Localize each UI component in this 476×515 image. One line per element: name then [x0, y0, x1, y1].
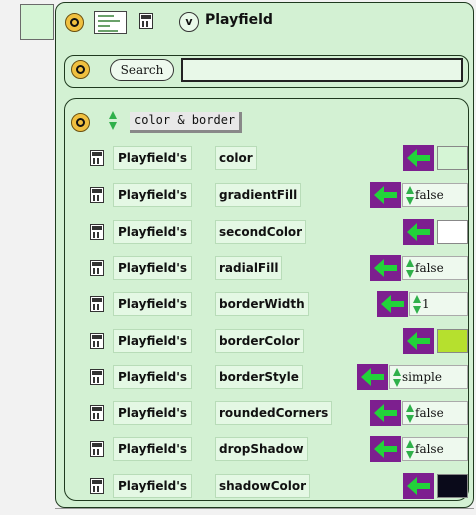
tile-icon[interactable] — [90, 405, 104, 421]
tile-icon[interactable] — [90, 369, 104, 385]
color-value-swatch[interactable] — [437, 329, 468, 353]
value-text: false — [415, 261, 444, 275]
search-input[interactable] — [181, 58, 463, 82]
property-owner-label[interactable]: Playfield's — [113, 292, 193, 316]
value-field[interactable]: false — [402, 256, 468, 280]
tile-icon[interactable] — [90, 260, 104, 276]
property-name-label[interactable]: gradientFill — [215, 183, 302, 207]
value-field[interactable]: false — [402, 183, 468, 207]
value-field[interactable]: simple — [389, 365, 468, 389]
property-row-secondColor: Playfield's secondColor — [0, 219, 476, 245]
property-owner-label[interactable]: Playfield's — [113, 329, 193, 353]
tile-icon[interactable] — [90, 150, 104, 166]
property-name-label[interactable]: borderWidth — [215, 292, 309, 316]
property-name-label[interactable]: dropShadow — [215, 437, 308, 461]
value-text: false — [415, 442, 444, 456]
color-value-swatch[interactable] — [437, 474, 468, 498]
up-down-arrows-icon[interactable] — [406, 440, 415, 459]
tile-icon[interactable] — [139, 13, 153, 29]
assign-arrow-button[interactable] — [370, 182, 401, 208]
assign-arrow-button[interactable] — [403, 328, 434, 354]
tile-icon[interactable] — [90, 296, 104, 312]
search-button[interactable]: Search — [110, 59, 174, 81]
tile-icon[interactable] — [90, 478, 104, 494]
up-down-arrows-icon[interactable] — [406, 259, 415, 278]
property-row-borderWidth: Playfield's borderWidth 1 — [0, 291, 476, 317]
left-arrow-icon — [361, 368, 384, 386]
up-down-arrows-icon[interactable] — [406, 404, 415, 423]
left-arrow-icon — [407, 149, 430, 167]
thumbnail-icon[interactable] — [94, 11, 127, 34]
left-arrow-icon — [407, 223, 430, 241]
assign-arrow-button[interactable] — [370, 255, 401, 281]
property-owner-label[interactable]: Playfield's — [113, 365, 193, 389]
property-name-label[interactable]: roundedCorners — [215, 401, 333, 425]
property-row-shadowColor: Playfield's shadowColor — [0, 473, 476, 499]
playfield-color-swatch[interactable] — [20, 4, 54, 40]
property-row-color: Playfield's color — [0, 145, 476, 171]
value-text: false — [415, 406, 444, 420]
property-row-gradientFill: Playfield's gradientFill false — [0, 182, 476, 208]
property-owner-label[interactable]: Playfield's — [113, 474, 193, 498]
value-field[interactable]: false — [402, 401, 468, 425]
tile-icon[interactable] — [90, 224, 104, 240]
tile-icon[interactable] — [90, 187, 104, 203]
assign-arrow-button[interactable] — [357, 364, 388, 390]
viewer-menu-icon[interactable] — [65, 13, 84, 32]
value-text: false — [415, 188, 444, 202]
left-arrow-icon — [374, 404, 397, 422]
property-name-label[interactable]: borderColor — [215, 329, 304, 353]
color-value-swatch[interactable] — [437, 146, 468, 170]
left-arrow-icon — [407, 477, 430, 495]
property-row-dropShadow: Playfield's dropShadow false — [0, 436, 476, 462]
up-down-arrows-icon[interactable] — [413, 295, 422, 314]
value-field[interactable]: false — [402, 437, 468, 461]
up-down-arrows-icon[interactable] — [406, 186, 415, 205]
assign-arrow-button[interactable] — [403, 145, 434, 171]
left-arrow-icon — [381, 295, 404, 313]
assign-arrow-button[interactable] — [377, 291, 408, 317]
property-row-borderColor: Playfield's borderColor — [0, 328, 476, 354]
category-menu-icon[interactable] — [71, 113, 90, 132]
up-down-arrows-icon[interactable] — [393, 368, 402, 387]
v-menu-button[interactable]: v — [179, 12, 199, 32]
property-name-label[interactable]: borderStyle — [215, 365, 303, 389]
property-name-label[interactable]: secondColor — [215, 220, 307, 244]
assign-arrow-button[interactable] — [370, 400, 401, 426]
search-menu-icon[interactable] — [71, 60, 90, 79]
assign-arrow-button[interactable] — [403, 219, 434, 245]
left-arrow-icon — [374, 440, 397, 458]
category-label[interactable]: color & border — [130, 112, 243, 133]
divider — [55, 508, 474, 509]
property-owner-label[interactable]: Playfield's — [113, 146, 193, 170]
color-value-swatch[interactable] — [437, 220, 468, 244]
value-text: simple — [402, 370, 442, 384]
property-name-label[interactable]: shadowColor — [215, 474, 311, 498]
page-title: Playfield — [205, 12, 273, 28]
property-owner-label[interactable]: Playfield's — [113, 220, 193, 244]
category-updown-icon[interactable] — [109, 111, 118, 130]
property-row-radialFill: Playfield's radialFill false — [0, 255, 476, 281]
assign-arrow-button[interactable] — [370, 436, 401, 462]
property-name-label[interactable]: radialFill — [215, 256, 283, 280]
left-arrow-icon — [374, 259, 397, 277]
property-name-label[interactable]: color — [215, 146, 257, 170]
property-owner-label[interactable]: Playfield's — [113, 401, 193, 425]
property-row-borderStyle: Playfield's borderStyle simple — [0, 364, 476, 390]
left-arrow-icon — [374, 186, 397, 204]
value-field[interactable]: 1 — [409, 292, 468, 316]
property-owner-label[interactable]: Playfield's — [113, 183, 193, 207]
tile-icon[interactable] — [90, 333, 104, 349]
property-row-roundedCorners: Playfield's roundedCorners false — [0, 400, 476, 426]
left-arrow-icon — [407, 332, 430, 350]
tile-icon[interactable] — [90, 441, 104, 457]
value-text: 1 — [422, 297, 430, 311]
property-owner-label[interactable]: Playfield's — [113, 256, 193, 280]
property-owner-label[interactable]: Playfield's — [113, 437, 193, 461]
assign-arrow-button[interactable] — [403, 473, 434, 499]
